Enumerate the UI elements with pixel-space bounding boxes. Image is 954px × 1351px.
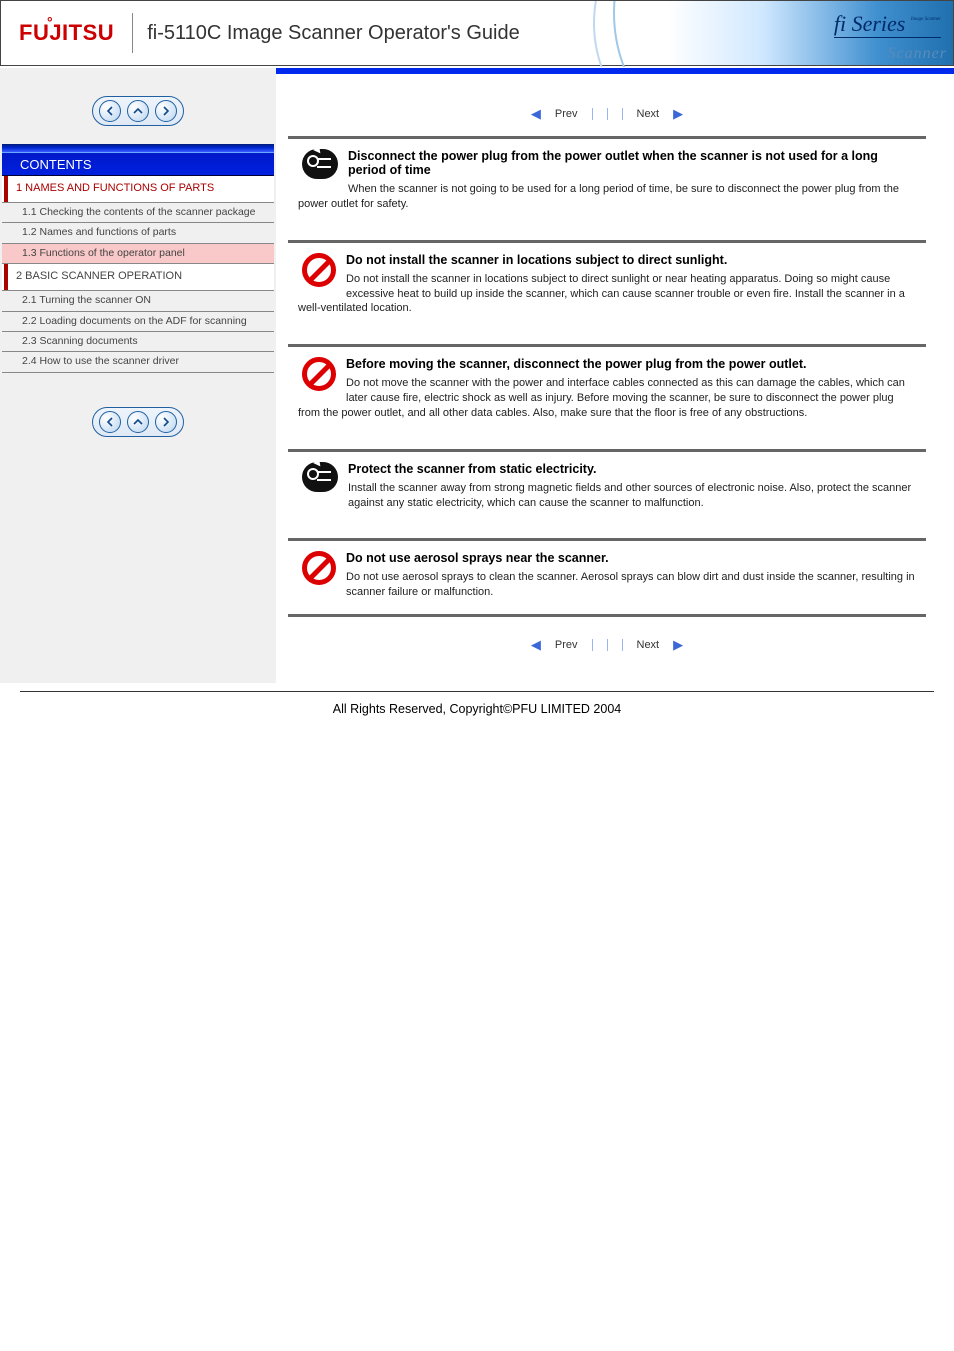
header-banner: FUJITSU fi-5110C Image Scanner Operator'… xyxy=(0,0,954,66)
pager-tick xyxy=(592,108,593,120)
fi-series-badge: fi Series Image Scanner xyxy=(834,11,941,38)
prohibit-icon xyxy=(302,253,336,287)
pager-bottom: ◀ Prev Next ▶ xyxy=(288,637,926,653)
sidebar-section-2-header[interactable]: 2 BASIC SCANNER OPERATION xyxy=(2,264,274,291)
sidebar-nav-top xyxy=(0,96,276,126)
arrow-up-icon xyxy=(133,417,143,427)
unplug-icon xyxy=(302,462,338,492)
info-box-2-text: Do not install the scanner in locations … xyxy=(298,272,916,317)
arrow-right-icon xyxy=(161,106,171,116)
info-box-3: Before moving the scanner, disconnect th… xyxy=(288,344,926,435)
info-box-5: Do not use aerosol sprays near the scann… xyxy=(288,538,926,617)
pager-tick xyxy=(607,108,608,120)
nav-forward-button-2[interactable] xyxy=(155,411,177,433)
footer-divider xyxy=(20,691,934,692)
prohibit-icon xyxy=(302,357,336,391)
info-box-2-title: Do not install the scanner in locations … xyxy=(298,253,916,267)
pager-prev-label-top: Prev xyxy=(555,108,578,120)
info-box-1-title: Disconnect the power plug from the power… xyxy=(298,149,916,177)
pager-tick xyxy=(607,639,608,651)
fi-series-text: fi Series xyxy=(834,11,906,36)
banner-script-text: Scanner xyxy=(888,45,947,63)
pager-prev-top[interactable]: ◀ xyxy=(531,106,541,122)
pager-tick xyxy=(622,108,623,120)
document-body: CONTENTS 1 NAMES AND FUNCTIONS OF PARTS … xyxy=(0,68,954,683)
sidebar-nav-pill-group xyxy=(92,96,184,126)
arrow-left-icon xyxy=(105,106,115,116)
plug-prongs-icon xyxy=(317,155,333,171)
pager-top: ◀ Prev Next ▶ xyxy=(288,106,926,122)
footer-copyright: All Rights Reserved, Copyright©PFU LIMIT… xyxy=(0,698,954,756)
sidebar-contents-link[interactable]: CONTENTS xyxy=(2,152,274,176)
nav-back-button-2[interactable] xyxy=(99,411,121,433)
sidebar: CONTENTS 1 NAMES AND FUNCTIONS OF PARTS … xyxy=(0,68,276,683)
arrow-up-icon xyxy=(133,106,143,116)
pager-tick xyxy=(592,639,593,651)
info-box-3-text: Do not move the scanner with the power a… xyxy=(298,376,916,421)
plug-arrow-icon xyxy=(313,145,323,154)
info-box-5-text: Do not use aerosol sprays to clean the s… xyxy=(298,570,916,600)
nav-up-button[interactable] xyxy=(127,100,149,122)
header-divider xyxy=(132,13,133,53)
sidebar-item-2-3[interactable]: 2.3 Scanning documents xyxy=(2,332,274,353)
pager-next-label-top: Next xyxy=(637,108,660,120)
info-box-5-title: Do not use aerosol sprays near the scann… xyxy=(298,551,916,565)
pager-next-label-bottom: Next xyxy=(637,639,660,651)
fi-series-sub: Image Scanner xyxy=(911,17,941,22)
plug-arrow-icon xyxy=(313,457,323,466)
banner-curves xyxy=(593,1,813,67)
nav-up-button-2[interactable] xyxy=(127,411,149,433)
pager-prev-bottom[interactable]: ◀ xyxy=(531,637,541,653)
main-top-blue-bar xyxy=(276,68,954,74)
main-content: ◀ Prev Next ▶ Disconnect the power plug … xyxy=(276,68,954,683)
pager-next-bottom[interactable]: ▶ xyxy=(673,637,683,653)
info-box-3-title: Before moving the scanner, disconnect th… xyxy=(298,357,916,371)
sidebar-item-1-3[interactable]: 1.3 Functions of the operator panel xyxy=(2,244,274,265)
page-title: fi-5110C Image Scanner Operator's Guide xyxy=(147,22,520,45)
pager-prev-label-bottom: Prev xyxy=(555,639,578,651)
sidebar-item-2-2[interactable]: 2.2 Loading documents on the ADF for sca… xyxy=(2,312,274,332)
info-box-4: Protect the scanner from static electric… xyxy=(288,449,926,525)
sidebar-gloss xyxy=(2,144,274,152)
arrow-right-icon xyxy=(161,417,171,427)
sidebar-nav-pill-group-bottom xyxy=(92,407,184,437)
pager-tick xyxy=(622,639,623,651)
info-box-1: Disconnect the power plug from the power… xyxy=(288,136,926,226)
unplug-icon xyxy=(302,149,338,179)
sidebar-item-2-1[interactable]: 2.1 Turning the scanner ON xyxy=(2,291,274,312)
plug-prongs-icon xyxy=(317,468,333,484)
arrow-left-icon xyxy=(105,417,115,427)
nav-back-button[interactable] xyxy=(99,100,121,122)
nav-forward-button[interactable] xyxy=(155,100,177,122)
info-box-1-text: When the scanner is not going to be used… xyxy=(298,182,916,212)
info-box-4-text: Install the scanner away from strong mag… xyxy=(298,481,916,511)
info-box-2: Do not install the scanner in locations … xyxy=(288,240,926,331)
sidebar-item-2-4[interactable]: 2.4 How to use the scanner driver xyxy=(2,352,274,373)
sidebar-nav-bottom xyxy=(0,407,276,437)
pager-next-top[interactable]: ▶ xyxy=(673,106,683,122)
sidebar-item-1-1[interactable]: 1.1 Checking the contents of the scanner… xyxy=(2,203,274,223)
info-box-4-title: Protect the scanner from static electric… xyxy=(298,462,916,476)
fujitsu-logo: FUJITSU xyxy=(1,20,132,46)
sidebar-section-1-header[interactable]: 1 NAMES AND FUNCTIONS OF PARTS xyxy=(2,176,274,203)
sidebar-item-1-2[interactable]: 1.2 Names and functions of parts xyxy=(2,223,274,244)
